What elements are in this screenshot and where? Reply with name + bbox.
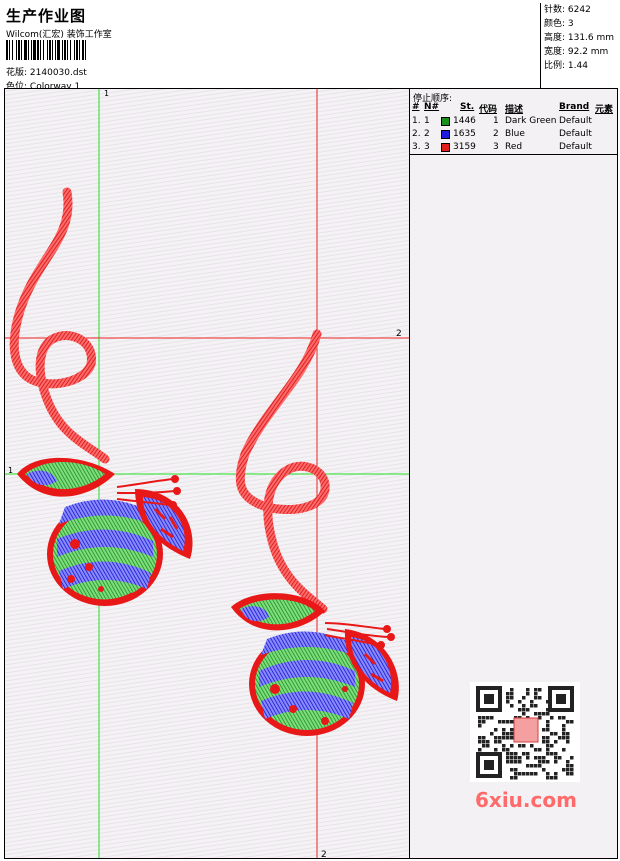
col-st: St. (460, 102, 475, 112)
site-logo: 6xiu.com (475, 788, 577, 812)
row-desc: Red (505, 142, 523, 152)
row-st: 1446 (453, 116, 476, 126)
motif-lower-right (231, 329, 399, 736)
col-element: 元素 (595, 105, 614, 115)
sheet-header: 生产作业图 Wilcom(汇宏) 装饰工作室 花版: 2140030.dst 色… (4, 3, 540, 92)
stat-height: 高度: 131.6 mm (544, 33, 615, 43)
thread-swatch (441, 130, 450, 139)
row-st: 1635 (453, 129, 476, 139)
row-n: 3 (424, 142, 430, 152)
design-stats: 针数: 6242 颜色: 3 高度: 131.6 mm 宽度: 92.2 mm … (540, 3, 618, 88)
row-brand: Default (559, 129, 592, 139)
leaf-left-a (17, 457, 115, 497)
col-brand: Brand (559, 102, 590, 112)
thread-swatch (441, 117, 450, 126)
company-name: Wilcom(汇宏) 装饰工作室 (6, 30, 112, 40)
stop-row[interactable]: 1. 1 1446 1 Dark Green Default (410, 116, 617, 129)
row-desc: Blue (505, 129, 525, 139)
row-code: 1 (493, 116, 499, 126)
col-num: # (412, 102, 420, 112)
embroidery-preview: 1 2 2 1 (5, 89, 409, 859)
col-code: 代码 (479, 105, 498, 115)
row-n: 2 (424, 129, 430, 139)
stop-table-header: # N# St. 代码 描述 Brand 元素 (410, 102, 617, 115)
col-n: N# (424, 102, 440, 112)
sheet-title: 生产作业图 (6, 7, 87, 25)
row-code: 3 (493, 142, 499, 152)
design-value: 2140030.dst (29, 68, 87, 78)
stop-row[interactable]: 2. 2 1635 2 Blue Default (410, 129, 617, 142)
motif-upper-left (9, 187, 193, 606)
design-file-line: 花版: 2140030.dst (6, 65, 87, 78)
stop-table-divider (410, 154, 617, 155)
stat-colors: 颜色: 3 (544, 19, 574, 29)
stat-stitches: 针数: 6242 (544, 5, 591, 15)
col-desc: 描述 (505, 105, 524, 115)
row-num: 2. (412, 129, 421, 139)
row-code: 2 (493, 129, 499, 139)
production-sheet: 生产作业图 Wilcom(汇宏) 装饰工作室 花版: 2140030.dst 色… (0, 0, 620, 861)
guide-v1-label: 1 (104, 89, 109, 98)
barcode (6, 40, 86, 60)
row-num: 3. (412, 142, 421, 152)
guide-v2-label: 2 (321, 850, 327, 859)
thread-swatch (441, 143, 450, 152)
row-num: 1. (412, 116, 421, 126)
stat-scale: 比例: 1.44 (544, 61, 588, 71)
design-label: 花版: (6, 68, 28, 78)
row-st: 3159 (453, 142, 476, 152)
guide-h2-label: 2 (396, 329, 402, 339)
row-brand: Default (559, 116, 592, 126)
row-brand: Default (559, 142, 592, 152)
stat-width: 宽度: 92.2 mm (544, 47, 609, 57)
stem-left (9, 187, 110, 464)
stem-right (235, 329, 330, 614)
design-canvas[interactable]: 1 2 2 1 (4, 89, 409, 859)
row-n: 1 (424, 116, 430, 126)
row-desc: Dark Green (505, 116, 557, 126)
guide-h1-label: 1 (8, 466, 13, 475)
qr-code-watermark (470, 682, 580, 782)
